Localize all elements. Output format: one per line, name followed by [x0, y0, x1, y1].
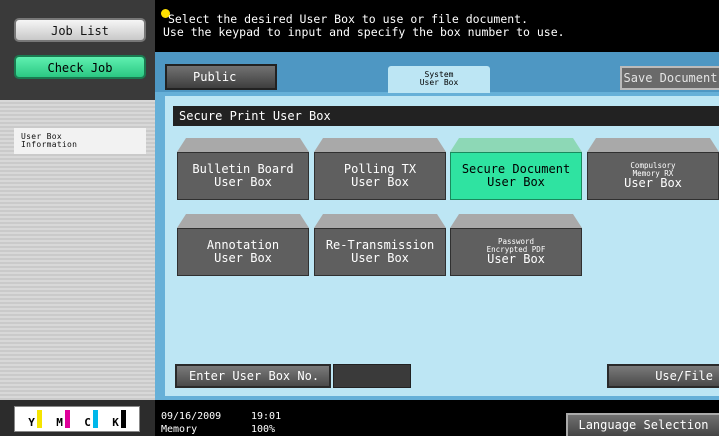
button-bevel: [450, 214, 582, 228]
language-selection-button[interactable]: Language Selection: [566, 413, 719, 436]
toner-cyan: C: [84, 410, 98, 428]
message-line-2: Use the keypad to input and specify the …: [163, 25, 565, 39]
toner-black-bar: [120, 410, 126, 428]
re-transmission-user-box-button[interactable]: Re-Transmission User Box: [314, 214, 446, 276]
user-box-information-item[interactable]: User Box Information: [14, 128, 146, 154]
status-footer: 09/16/2009 19:01 Memory 100% Language Se…: [155, 400, 719, 436]
tab-system-label-2: User Box: [419, 78, 459, 87]
toner-cyan-label: C: [84, 416, 91, 429]
content-area: Secure Print User Box Bulletin Board Use…: [165, 96, 719, 396]
toner-magenta-bar: [64, 410, 70, 428]
button-label: User Box: [351, 251, 409, 265]
button-label: User Box: [214, 251, 272, 265]
button-bevel: [314, 138, 446, 152]
section-title: Secure Print User Box: [173, 106, 719, 126]
memory-label: Memory: [161, 424, 198, 435]
toner-yellow-label: Y: [28, 416, 35, 429]
button-face: Polling TX User Box: [314, 152, 446, 200]
user-box-number-field[interactable]: [333, 364, 411, 388]
secure-document-user-box-button[interactable]: Secure Document User Box: [450, 138, 582, 200]
button-face: Bulletin Board User Box: [177, 152, 309, 200]
enter-user-box-no-button[interactable]: Enter User Box No.: [175, 364, 331, 388]
password-encrypted-pdf-user-box-button[interactable]: Password Encrypted PDF User Box: [450, 214, 582, 276]
button-face: Password Encrypted PDF User Box: [450, 228, 582, 276]
polling-tx-user-box-button[interactable]: Polling TX User Box: [314, 138, 446, 200]
use-file-button[interactable]: Use/File: [607, 364, 719, 388]
left-panel-top: [0, 0, 155, 100]
compulsory-memory-rx-user-box-button[interactable]: Compulsory Memory RX User Box: [587, 138, 719, 200]
toner-cyan-bar: [92, 410, 98, 428]
tab-system-user-box[interactable]: System User Box: [388, 66, 490, 93]
toner-yellow-bar: [36, 410, 42, 428]
tabs-bar: Public System User Box Save Document: [155, 52, 719, 93]
left-panel: Job List Check Job User Box Information …: [0, 0, 155, 436]
toner-yellow: Y: [28, 410, 42, 428]
button-bevel: [177, 138, 309, 152]
message-line-1: Select the desired User Box to use or fi…: [168, 12, 529, 26]
date-text: 09/16/2009: [161, 411, 222, 422]
time-text: 19:01: [251, 411, 282, 422]
main-panel: Public System User Box Save Document Sec…: [155, 52, 719, 400]
button-label: User Box: [351, 175, 409, 189]
button-label: User Box: [214, 175, 272, 189]
check-job-button[interactable]: Check Job: [14, 55, 146, 79]
user-box-information-label-2: Information: [21, 140, 78, 149]
toner-status: Y M C K: [0, 400, 155, 436]
button-label: User Box: [624, 176, 682, 190]
button-face: Re-Transmission User Box: [314, 228, 446, 276]
button-label: User Box: [487, 175, 545, 189]
button-bevel: [450, 138, 582, 152]
memory-value: 100%: [251, 424, 276, 435]
tab-public[interactable]: Public: [165, 64, 277, 90]
save-document-button[interactable]: Save Document: [620, 66, 719, 90]
button-bevel: [177, 214, 309, 228]
toner-black: K: [112, 410, 126, 428]
toner-box: Y M C K: [14, 406, 140, 432]
button-face: Secure Document User Box: [450, 152, 582, 200]
toner-black-label: K: [112, 416, 119, 429]
annotation-user-box-button[interactable]: Annotation User Box: [177, 214, 309, 276]
button-face: Compulsory Memory RX User Box: [587, 152, 719, 200]
button-bevel: [587, 138, 719, 152]
toner-magenta-label: M: [56, 416, 63, 429]
bulletin-board-user-box-button[interactable]: Bulletin Board User Box: [177, 138, 309, 200]
message-header: Select the desired User Box to use or fi…: [155, 0, 719, 52]
button-face: Annotation User Box: [177, 228, 309, 276]
button-label: User Box: [487, 252, 545, 266]
job-list-button[interactable]: Job List: [14, 18, 146, 42]
toner-magenta: M: [56, 410, 70, 428]
button-bevel: [314, 214, 446, 228]
